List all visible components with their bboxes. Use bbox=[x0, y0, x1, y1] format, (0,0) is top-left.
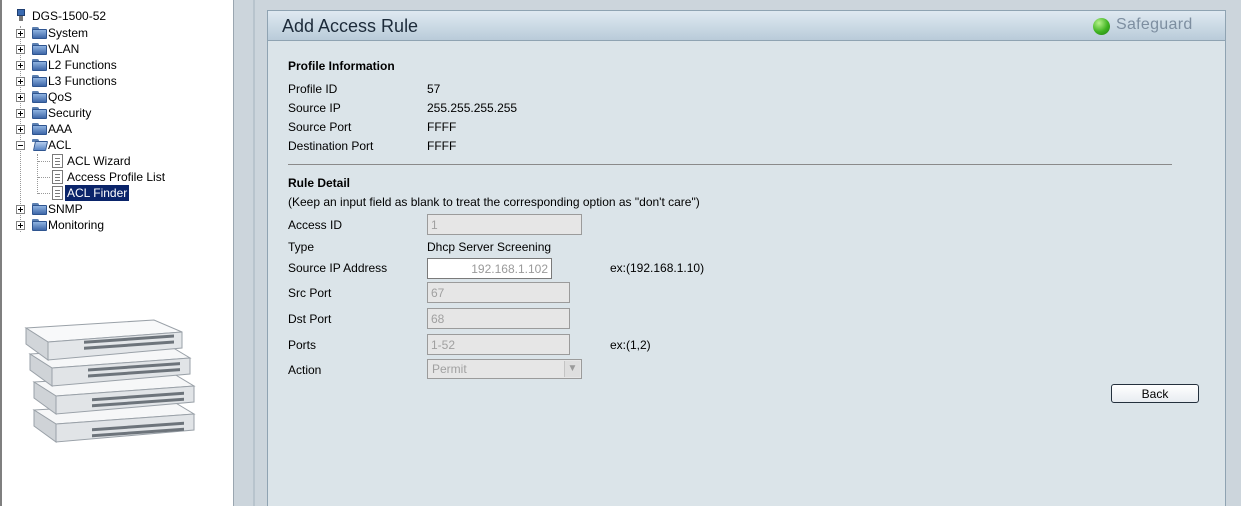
expand-icon[interactable] bbox=[16, 221, 25, 230]
back-button[interactable]: Back bbox=[1111, 384, 1199, 403]
tree-item-aaa[interactable]: AAA bbox=[16, 121, 216, 137]
page-title: Add Access Rule bbox=[282, 16, 419, 36]
tree-item-vlan[interactable]: VLAN bbox=[16, 41, 216, 57]
tree-root[interactable]: DGS-1500-52 bbox=[16, 8, 136, 24]
source-port-value: FFFF bbox=[427, 120, 457, 134]
dst-port-input[interactable] bbox=[427, 308, 570, 329]
ports-input[interactable] bbox=[427, 334, 570, 355]
safeguard-label: Safeguard bbox=[1116, 16, 1193, 33]
src-port-label: Src Port bbox=[288, 286, 332, 300]
page-icon bbox=[52, 186, 63, 200]
folder-icon bbox=[32, 75, 47, 87]
profile-id-label: Profile ID bbox=[288, 82, 338, 96]
collapse-icon[interactable] bbox=[16, 141, 25, 150]
folder-icon bbox=[32, 59, 47, 71]
tree-item-label: Monitoring bbox=[48, 218, 105, 232]
tree-item-acl-finder[interactable]: ACL Finder bbox=[52, 185, 222, 201]
tree-item-acl[interactable]: ACL bbox=[16, 137, 216, 153]
switch-device-icon bbox=[16, 9, 26, 22]
folder-icon bbox=[32, 27, 47, 39]
page-icon bbox=[52, 154, 63, 168]
action-select-value: Permit bbox=[432, 362, 467, 376]
source-port-label: Source Port bbox=[288, 120, 352, 134]
tree-item-l3-functions[interactable]: L3 Functions bbox=[16, 73, 216, 89]
folder-icon bbox=[32, 107, 47, 119]
expand-icon[interactable] bbox=[16, 93, 25, 102]
src-port-input[interactable] bbox=[427, 282, 570, 303]
source-ip-example: ex:(192.168.1.10) bbox=[610, 261, 705, 275]
action-select[interactable]: Permit ▼ bbox=[427, 359, 582, 379]
tree-item-label: SNMP bbox=[48, 202, 83, 216]
tree-item-label: ACL Wizard bbox=[67, 154, 131, 168]
dst-port-label: Dst Port bbox=[288, 312, 332, 326]
folder-icon bbox=[32, 203, 47, 215]
source-ip-label: Source IP bbox=[288, 101, 341, 115]
tree-item-security[interactable]: Security bbox=[16, 105, 216, 121]
tree-item-label: L2 Functions bbox=[48, 58, 117, 72]
profile-information-heading: Profile Information bbox=[288, 59, 395, 73]
expand-icon[interactable] bbox=[16, 125, 25, 134]
tree-item-label: AAA bbox=[48, 122, 73, 136]
expand-icon[interactable] bbox=[16, 205, 25, 214]
expand-icon[interactable] bbox=[16, 29, 25, 38]
source-ip-value: 255.255.255.255 bbox=[427, 101, 518, 115]
add-access-rule-panel: Add Access Rule Safeguard Profile Inform… bbox=[267, 10, 1226, 506]
main-content: Add Access Rule Safeguard Profile Inform… bbox=[255, 0, 1241, 506]
ports-example: ex:(1,2) bbox=[610, 338, 651, 352]
folder-icon bbox=[32, 123, 47, 135]
tree-item-system[interactable]: System bbox=[16, 25, 216, 41]
type-label: Type bbox=[288, 240, 315, 254]
tree-item-access-profile-list[interactable]: Access Profile List bbox=[52, 169, 222, 185]
panel-header: Add Access Rule Safeguard bbox=[268, 11, 1225, 41]
tree-item-label: QoS bbox=[48, 90, 73, 104]
tree-item-label: L3 Functions bbox=[48, 74, 117, 88]
folder-icon bbox=[32, 91, 47, 103]
frame-divider[interactable] bbox=[233, 0, 256, 506]
tree-item-label: Security bbox=[48, 106, 92, 120]
section-divider bbox=[288, 164, 1172, 165]
destination-port-label: Destination Port bbox=[288, 139, 374, 153]
ports-label: Ports bbox=[288, 338, 317, 352]
tree-item-acl-wizard[interactable]: ACL Wizard bbox=[52, 153, 222, 169]
access-id-label: Access ID bbox=[288, 218, 343, 232]
tree-item-label: ACL bbox=[48, 138, 72, 152]
tree-item-qos[interactable]: QoS bbox=[16, 89, 216, 105]
open-folder-icon bbox=[32, 139, 49, 151]
tree-item-label: System bbox=[48, 26, 89, 40]
page-icon bbox=[52, 170, 63, 184]
access-id-input[interactable] bbox=[427, 214, 582, 235]
navigation-tree-pane: DGS-1500-52 System VLAN L2 Functions L3 … bbox=[0, 0, 233, 506]
folder-icon bbox=[32, 219, 47, 231]
rule-detail-heading: Rule Detail bbox=[288, 176, 351, 190]
switch-stack-image bbox=[24, 319, 196, 443]
profile-id-value: 57 bbox=[427, 82, 441, 96]
destination-port-value: FFFF bbox=[427, 139, 457, 153]
tree-item-monitoring[interactable]: Monitoring bbox=[16, 217, 216, 233]
source-ip-address-input[interactable] bbox=[427, 258, 552, 279]
expand-icon[interactable] bbox=[16, 61, 25, 70]
safeguard-status-icon bbox=[1093, 18, 1110, 35]
tree-root-label: DGS-1500-52 bbox=[32, 9, 107, 23]
folder-icon bbox=[32, 43, 47, 55]
tree-item-label: VLAN bbox=[48, 42, 80, 56]
safeguard-indicator: Safeguard bbox=[1093, 16, 1211, 36]
tree-item-l2-functions[interactable]: L2 Functions bbox=[16, 57, 216, 73]
type-value: Dhcp Server Screening bbox=[427, 240, 552, 254]
expand-icon[interactable] bbox=[16, 45, 25, 54]
tree-item-label: Access Profile List bbox=[67, 170, 166, 184]
expand-icon[interactable] bbox=[16, 109, 25, 118]
source-ip-address-label: Source IP Address bbox=[288, 261, 388, 275]
action-label: Action bbox=[288, 363, 322, 377]
expand-icon[interactable] bbox=[16, 77, 25, 86]
tree-item-snmp[interactable]: SNMP bbox=[16, 201, 216, 217]
rule-detail-hint: (Keep an input field as blank to treat t… bbox=[288, 195, 700, 209]
chevron-down-icon[interactable]: ▼ bbox=[564, 361, 580, 377]
tree-item-label-selected: ACL Finder bbox=[65, 185, 130, 201]
